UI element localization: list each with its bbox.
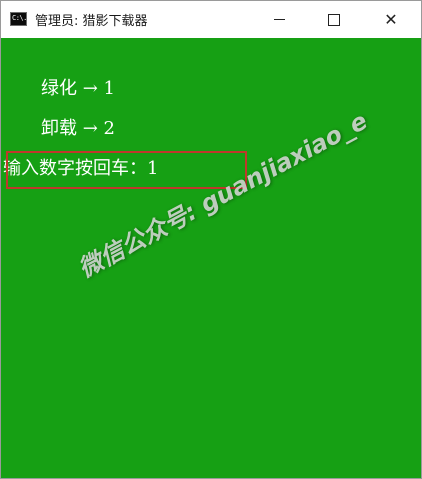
console-line-green: 绿化 → 1	[41, 78, 115, 99]
console-line-uninstall: 卸载 → 2	[41, 118, 115, 139]
maximize-icon	[328, 13, 340, 26]
console-window: C:\. 管理员: 猎影下载器 ✕ 绿化 → 1 卸载 → 2 输入数字按回车：…	[0, 0, 422, 479]
console-output[interactable]: 绿化 → 1 卸载 → 2 输入数字按回车：1 微信公众号: guanjiaxi…	[1, 38, 421, 478]
maximize-button[interactable]	[306, 1, 362, 38]
watermark-text: 微信公众号: guanjiaxiao_e	[73, 106, 373, 284]
title-bar[interactable]: C:\. 管理员: 猎影下载器 ✕	[1, 1, 421, 38]
close-button[interactable]: ✕	[363, 1, 419, 38]
minimize-button[interactable]	[251, 1, 307, 38]
window-title: 管理员: 猎影下载器	[35, 14, 148, 29]
cmd-icon: C:\.	[10, 12, 27, 26]
minimize-icon	[273, 19, 285, 20]
close-icon: ✕	[384, 10, 398, 29]
cmd-icon-text: C:\.	[12, 14, 27, 22]
